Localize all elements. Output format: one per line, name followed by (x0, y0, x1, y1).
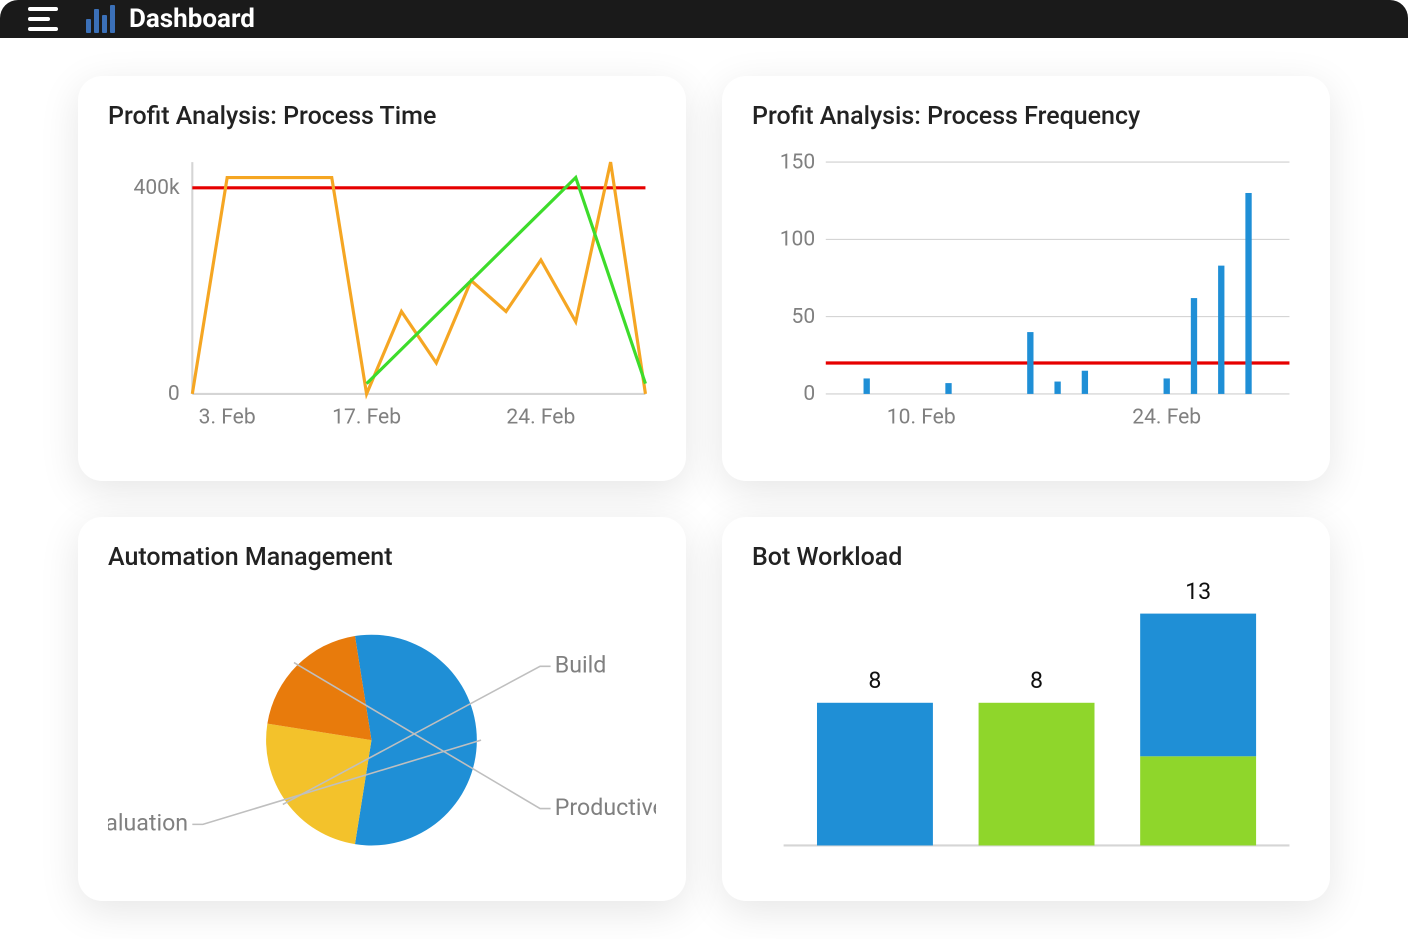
chart-automation-management: Evaluation Build Productive (108, 582, 656, 877)
menu-icon[interactable] (28, 7, 58, 31)
chart-process-time: 400k 0 3. Feb 17. Feb 24. Feb (108, 141, 656, 457)
svg-text:0: 0 (168, 381, 180, 406)
svg-text:8: 8 (868, 666, 881, 694)
svg-text:17. Feb: 17. Feb (332, 404, 401, 429)
topbar: Dashboard (0, 0, 1408, 38)
svg-text:Build: Build (555, 651, 607, 679)
card-title: Profit Analysis: Process Frequency (752, 102, 1300, 131)
chart-bot-workload: 8 8 13 (752, 582, 1300, 877)
bar-chart-icon (86, 5, 115, 33)
page-title: Dashboard (129, 4, 255, 34)
brand: Dashboard (86, 4, 255, 34)
svg-text:3. Feb: 3. Feb (199, 404, 256, 429)
svg-text:24. Feb: 24. Feb (506, 404, 575, 429)
svg-text:10. Feb: 10. Feb (887, 404, 956, 429)
chart-process-frequency: 150 100 50 0 10. Feb 24. Feb (752, 141, 1300, 457)
svg-text:13: 13 (1185, 582, 1211, 605)
card-process-time: Profit Analysis: Process Time 400k 0 3. Fe… (78, 76, 686, 481)
svg-text:Productive: Productive (555, 793, 656, 821)
svg-text:400k: 400k (133, 175, 180, 200)
svg-text:0: 0 (803, 381, 815, 406)
card-bot-workload: Bot Workload 8 8 13 (722, 517, 1330, 901)
svg-text:8: 8 (1030, 666, 1043, 694)
svg-text:100: 100 (780, 226, 816, 251)
svg-text:Evaluation: Evaluation (108, 809, 188, 837)
svg-text:50: 50 (792, 304, 816, 329)
svg-text:24. Feb: 24. Feb (1132, 404, 1201, 429)
card-automation-management: Automation Management Evaluation Build Pro… (78, 517, 686, 901)
card-title: Profit Analysis: Process Time (108, 102, 656, 131)
card-title: Bot Workload (752, 543, 1300, 572)
card-title: Automation Management (108, 543, 656, 572)
svg-text:150: 150 (780, 149, 816, 174)
dashboard-grid: Profit Analysis: Process Time 400k 0 3. Fe… (0, 38, 1408, 939)
card-process-frequency: Profit Analysis: Process Frequency 150 10… (722, 76, 1330, 481)
